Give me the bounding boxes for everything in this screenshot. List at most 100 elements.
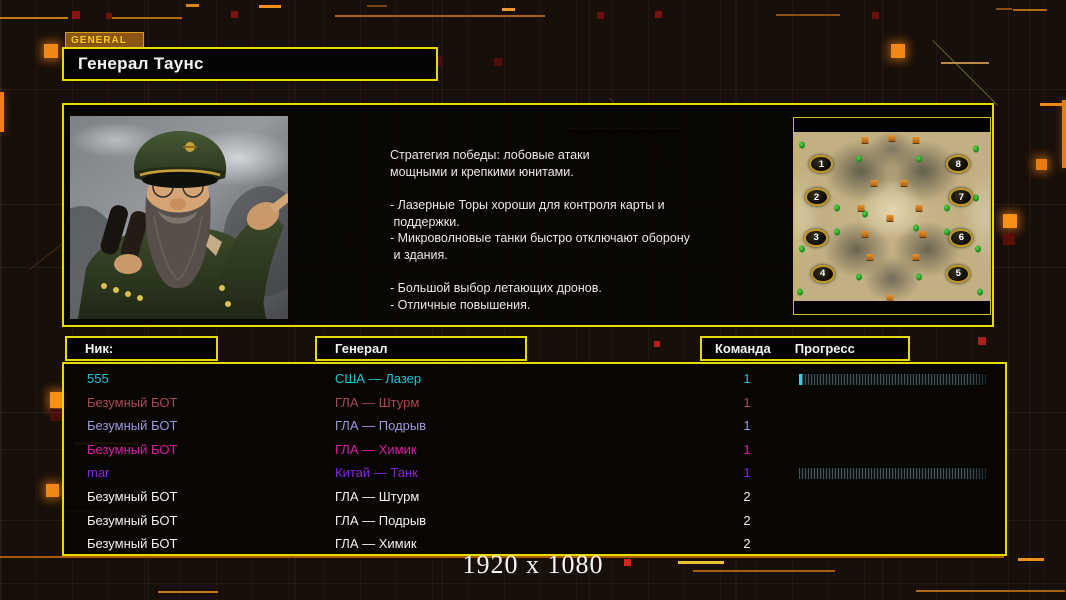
loading-progress-bar [799, 467, 987, 481]
tree-icon [975, 245, 982, 253]
deco-red-square-icon [978, 337, 986, 345]
player-general: ГЛА — Химик [335, 441, 417, 457]
player-general: ГЛА — Подрыв [335, 512, 427, 528]
deco-line [941, 62, 989, 64]
minimap-letterbox-bottom [794, 301, 990, 314]
player-nick: Безумный БОТ [87, 418, 178, 434]
deco-line [916, 590, 1065, 592]
nick-header-label: Ник: [85, 341, 114, 356]
deco-red-square-icon [872, 12, 879, 19]
deco-edge-bar [1062, 100, 1066, 168]
player-team: 1 [743, 371, 751, 386]
grid-line [0, 583, 1066, 584]
player-team: 1 [743, 465, 751, 481]
loading-screen: GENERAL Генерал Таунс Стратегия победы: … [0, 0, 1066, 600]
players-table: 555 США — Лазер 1 Безумный БОТ ГЛА — Штурм 1 Б… [62, 362, 1007, 556]
supply-icon [900, 179, 908, 186]
deco-line [367, 5, 387, 7]
deco-line [158, 591, 218, 593]
player-team: 2 [743, 488, 751, 504]
player-row: Безумный БОТ ГЛА — Штурм 1 [64, 392, 1005, 416]
supply-icon [915, 205, 923, 212]
player-row: mar Китай — Танк 1 [64, 462, 1005, 486]
player-row: Безумный БОТ ГЛА — Подрыв 1 [64, 415, 1005, 439]
deco-line [776, 14, 840, 16]
tree-icon [834, 204, 841, 212]
deco-edge-bar [0, 92, 4, 132]
loading-progress-bar [799, 373, 987, 386]
player-nick: Безумный БОТ [87, 536, 178, 552]
tree-icon [834, 228, 841, 236]
tree-icon [916, 273, 923, 281]
deco-square-icon [1036, 159, 1047, 170]
player-row: Безумный БОТ ГЛА — Подрыв 2 [64, 510, 1005, 534]
start-position-marker: 3 [804, 228, 829, 247]
column-header-team-progress: Команда Прогресс [700, 336, 910, 361]
player-general: Китай — Танк [335, 465, 418, 481]
minimap: 1 2 3 4 5 6 7 8 [793, 117, 991, 315]
player-general: ГЛА — Штурм [335, 488, 420, 504]
tree-icon [796, 288, 803, 296]
player-general: ГЛА — Штурм [335, 394, 420, 410]
supply-icon [912, 254, 920, 261]
deco-line [693, 570, 835, 572]
start-position-marker: 5 [946, 264, 971, 283]
player-nick: 555 [87, 371, 109, 386]
player-team: 2 [743, 536, 751, 552]
player-nick: Безумный БОТ [87, 512, 178, 528]
deco-square-icon [1003, 214, 1017, 228]
general-info-panel: Стратегия победы: лобовые атаки мощными … [42, 103, 994, 327]
deco-square-icon [46, 484, 59, 497]
deco-line [259, 5, 281, 8]
deco-line [335, 15, 545, 17]
column-header-general: Генерал [315, 336, 527, 361]
deco-red-square-icon [494, 58, 502, 66]
tree-icon [977, 288, 984, 296]
column-header-nick: Ник: [65, 336, 218, 361]
strategy-text: Стратегия победы: лобовые атаки мощными … [390, 148, 690, 312]
deco-line [0, 17, 68, 19]
supply-icon [912, 136, 920, 143]
tree-icon [943, 204, 950, 212]
deco-line [678, 561, 724, 564]
general-name-box: Генерал Таунс [62, 47, 438, 81]
tree-icon [861, 210, 868, 218]
deco-line [996, 8, 1012, 10]
tree-icon [973, 194, 980, 202]
player-general: ГЛА — Химик [335, 536, 417, 552]
deco-diagonal-line [932, 40, 999, 106]
players-table-rows: 555 США — Лазер 1 Безумный БОТ ГЛА — Штурм 1 Б… [64, 364, 1005, 557]
deco-line [186, 4, 199, 7]
start-position-marker: 7 [949, 188, 974, 207]
deco-red-square-icon [231, 11, 238, 18]
general-name: Генерал Таунс [78, 54, 204, 73]
supply-icon [870, 179, 878, 186]
resolution-label: 1920 x 1080 [462, 550, 604, 579]
supply-icon [861, 136, 869, 143]
supply-icon [857, 205, 865, 212]
tree-icon [798, 141, 805, 149]
tree-icon [973, 145, 980, 153]
start-position-marker: 1 [809, 155, 834, 174]
general-portrait-image [42, 116, 307, 326]
general-portrait [42, 116, 307, 326]
player-row: Безумный БОТ ГЛА — Химик 1 [64, 439, 1005, 463]
general-tab: GENERAL [65, 32, 144, 48]
deco-line [1018, 558, 1044, 561]
player-team: 1 [743, 418, 751, 434]
player-nick: Безумный БОТ [87, 488, 178, 504]
start-position-marker: 6 [949, 228, 974, 247]
player-row: 555 США — Лазер 1 [64, 368, 1005, 392]
deco-line [112, 17, 182, 19]
tree-icon [798, 245, 805, 253]
deco-square-icon [891, 44, 905, 58]
player-team: 2 [743, 512, 751, 528]
player-team: 1 [743, 394, 751, 410]
deco-red-square-icon [654, 341, 660, 347]
supply-icon [919, 230, 927, 237]
player-general: ГЛА — Подрыв [335, 418, 427, 434]
tree-icon [912, 224, 919, 232]
deco-line [502, 8, 515, 11]
tree-icon [855, 155, 862, 163]
start-position-marker: 4 [810, 264, 835, 283]
